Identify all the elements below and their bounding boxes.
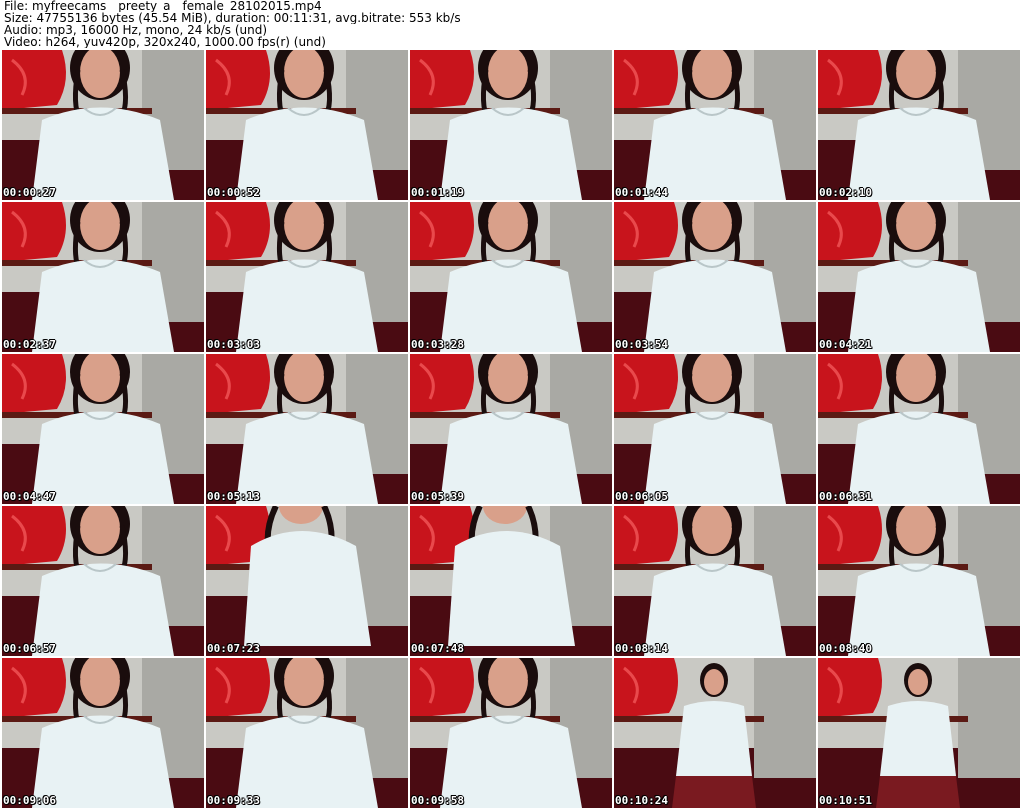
thumbnail-timestamp: 00:06:57 — [3, 642, 56, 655]
thumbnail-timestamp: 00:05:13 — [207, 490, 260, 503]
thumbnail-frame[interactable]: 00:08:14 — [614, 506, 816, 656]
thumbnail-frame[interactable]: 00:06:05 — [614, 354, 816, 504]
thumbnail-scene — [614, 202, 816, 352]
thumbnail-frame[interactable]: 00:03:54 — [614, 202, 816, 352]
thumbnail-scene — [206, 202, 408, 352]
thumbnail-scene — [614, 658, 816, 808]
thumbnail-scene — [614, 50, 816, 200]
thumbnail-frame[interactable]: 00:00:52 — [206, 50, 408, 200]
thumbnail-timestamp: 00:10:51 — [819, 794, 872, 807]
thumbnail-timestamp: 00:04:21 — [819, 338, 872, 351]
thumbnail-frame[interactable]: 00:06:31 — [818, 354, 1020, 504]
thumbnail-scene — [2, 658, 204, 808]
thumbnail-timestamp: 00:08:40 — [819, 642, 872, 655]
thumbnail-timestamp: 00:06:31 — [819, 490, 872, 503]
thumbnail-timestamp: 00:01:19 — [411, 186, 464, 199]
thumbnail-frame[interactable]: 00:04:21 — [818, 202, 1020, 352]
file-name-line: File: myfreecams__preety_a__female_28102… — [4, 0, 322, 12]
thumbnail-timestamp: 00:01:44 — [615, 186, 668, 199]
file-info-header: File: myfreecams__preety_a__female_28102… — [4, 0, 1020, 48]
thumbnail-frame[interactable]: 00:05:13 — [206, 354, 408, 504]
thumbnail-frame[interactable]: 00:03:28 — [410, 202, 612, 352]
thumbnail-scene — [410, 50, 612, 200]
thumbnail-timestamp: 00:09:06 — [3, 794, 56, 807]
thumbnail-timestamp: 00:03:54 — [615, 338, 668, 351]
thumbnail-scene — [614, 354, 816, 504]
thumbnail-scene — [206, 506, 408, 656]
thumbnail-timestamp: 00:02:37 — [3, 338, 56, 351]
thumbnail-timestamp: 00:02:10 — [819, 186, 872, 199]
thumbnail-frame[interactable]: 00:09:06 — [2, 658, 204, 808]
thumbnail-frame[interactable]: 00:10:24 — [614, 658, 816, 808]
thumbnail-timestamp: 00:05:39 — [411, 490, 464, 503]
thumbnail-timestamp: 00:00:52 — [207, 186, 260, 199]
thumbnail-scene — [2, 354, 204, 504]
thumbnail-scene — [410, 202, 612, 352]
thumbnail-scene — [614, 506, 816, 656]
thumbnail-timestamp: 00:09:33 — [207, 794, 260, 807]
thumbnail-timestamp: 00:03:28 — [411, 338, 464, 351]
thumbnail-frame[interactable]: 00:06:57 — [2, 506, 204, 656]
thumbnail-timestamp: 00:04:47 — [3, 490, 56, 503]
thumbnail-scene — [206, 50, 408, 200]
thumbnail-timestamp: 00:07:48 — [411, 642, 464, 655]
thumbnail-scene — [818, 202, 1020, 352]
thumbnail-frame[interactable]: 00:04:47 — [2, 354, 204, 504]
thumbnail-frame[interactable]: 00:02:10 — [818, 50, 1020, 200]
thumbnail-timestamp: 00:07:23 — [207, 642, 260, 655]
thumbnail-frame[interactable]: 00:05:39 — [410, 354, 612, 504]
thumbnail-timestamp: 00:00:27 — [3, 186, 56, 199]
thumbnail-timestamp: 00:08:14 — [615, 642, 668, 655]
thumbnail-scene — [410, 506, 612, 656]
thumbnail-frame[interactable]: 00:10:51 — [818, 658, 1020, 808]
thumbnail-scene — [410, 354, 612, 504]
thumbnail-scene — [2, 506, 204, 656]
video-info-line: Video: h264, yuv420p, 320x240, 1000.00 f… — [4, 36, 326, 48]
thumbnail-scene — [206, 658, 408, 808]
file-size-line: Size: 47755136 bytes (45.54 MiB), durati… — [4, 12, 461, 24]
thumbnail-timestamp: 00:06:05 — [615, 490, 668, 503]
thumbnail-frame[interactable]: 00:07:48 — [410, 506, 612, 656]
thumbnail-frame[interactable]: 00:07:23 — [206, 506, 408, 656]
thumbnail-frame[interactable]: 00:02:37 — [2, 202, 204, 352]
thumbnail-frame[interactable]: 00:08:40 — [818, 506, 1020, 656]
thumbnail-frame[interactable]: 00:09:58 — [410, 658, 612, 808]
thumbnail-frame[interactable]: 00:01:19 — [410, 50, 612, 200]
thumbnail-scene — [2, 202, 204, 352]
thumbnail-scene — [818, 50, 1020, 200]
thumbnail-frame[interactable]: 00:09:33 — [206, 658, 408, 808]
thumbnail-timestamp: 00:03:03 — [207, 338, 260, 351]
thumbnail-scene — [2, 50, 204, 200]
thumbnail-scene — [206, 354, 408, 504]
thumbnail-frame[interactable]: 00:00:27 — [2, 50, 204, 200]
thumbnail-grid: 00:00:27 00:00:52 00:01:19 00:01:44 00:02:10… — [2, 50, 1022, 810]
thumbnail-timestamp: 00:09:58 — [411, 794, 464, 807]
thumbnail-scene — [818, 354, 1020, 504]
audio-info-line: Audio: mp3, 16000 Hz, mono, 24 kb/s (und… — [4, 24, 268, 36]
thumbnail-frame[interactable]: 00:01:44 — [614, 50, 816, 200]
thumbnail-frame[interactable]: 00:03:03 — [206, 202, 408, 352]
thumbnail-scene — [818, 658, 1020, 808]
thumbnail-scene — [410, 658, 612, 808]
thumbnail-scene — [818, 506, 1020, 656]
thumbnail-timestamp: 00:10:24 — [615, 794, 668, 807]
